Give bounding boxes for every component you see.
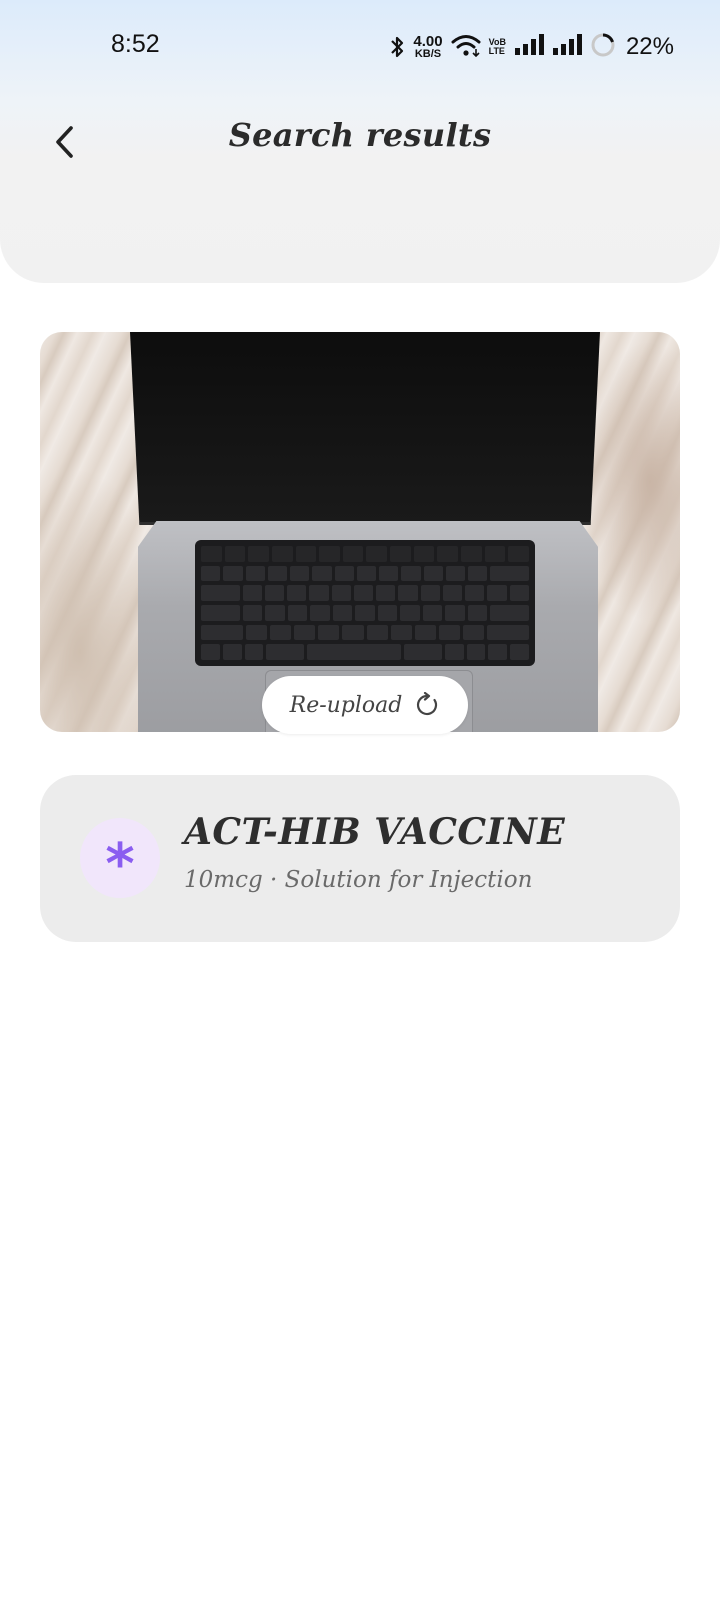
signal-icon-sim2 [552, 34, 582, 60]
page-title: Search results [228, 116, 492, 154]
network-speed-value: 4.00 [413, 33, 443, 50]
uploaded-photo [40, 332, 680, 732]
reupload-label: Re-upload [289, 692, 403, 718]
medicine-name: ACT-HIB VACCINE [184, 811, 566, 853]
volte-indicator: VoB LTE [488, 37, 506, 57]
network-speed: 4.00 KB/S [413, 34, 442, 60]
battery-percent: 22% [625, 33, 674, 60]
asterisk-icon: * [105, 832, 135, 897]
wifi-icon [451, 33, 481, 61]
status-time: 8:52 [111, 30, 160, 58]
bluetooth-icon [389, 34, 405, 60]
reupload-button[interactable]: Re-upload [262, 676, 468, 734]
signal-icon-sim1 [514, 34, 544, 60]
result-card[interactable]: * ACT-HIB VACCINE 10mcg · Solution for I… [40, 775, 680, 942]
screen: 8:52 4.00 KB/S VoB LTE 22% Search result… [0, 0, 720, 1600]
keyboard-graphic [195, 540, 535, 666]
battery-ring-icon [590, 32, 616, 62]
network-speed-unit: KB/S [414, 48, 442, 60]
medicine-details: 10mcg · Solution for Injection [184, 867, 533, 893]
medicine-icon-badge: * [80, 818, 160, 898]
refresh-icon [417, 692, 438, 716]
status-icons: 4.00 KB/S VoB LTE 22% [389, 29, 674, 65]
laptop-screen-graphic [130, 332, 600, 525]
volte-bottom-text: LTE [488, 46, 505, 56]
